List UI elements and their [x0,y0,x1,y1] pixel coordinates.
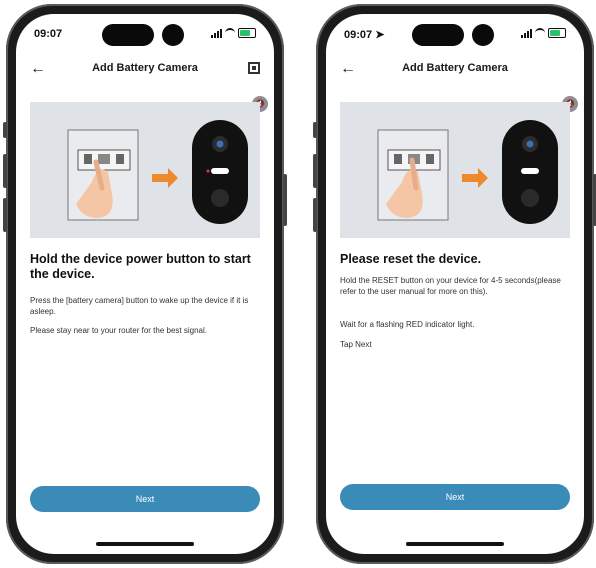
instruction-text: Hold the RESET button on your device for… [340,276,561,296]
dynamic-island [412,24,500,46]
volume-up-button [313,154,317,188]
signal-icon [521,28,532,38]
instruction-illustration [30,102,260,238]
instruction-text: Press the [battery camera] button to wak… [30,296,249,316]
arrow-icon [152,168,178,188]
phone-left: 09:07 ← Add Battery Camera 🔇 Hold the de… [3,4,287,564]
instruction-illustration [340,102,570,238]
volume-up-button [3,154,7,188]
instruction-heading: Please reset the device. [340,252,482,266]
nav-bar: ← Add Battery Camera [16,56,274,84]
status-time: 09:07 ➤ [344,29,385,41]
instruction-text: Please stay near to your router for the … [30,326,207,335]
dynamic-island [102,24,190,46]
volume-down-button [313,198,317,232]
page-title: Add Battery Camera [92,62,198,74]
next-button[interactable]: Next [340,484,570,510]
page-title: Add Battery Camera [402,62,508,74]
status-icons [211,28,256,38]
wifi-icon [225,28,235,38]
side-button [313,122,317,138]
battery-icon [238,28,256,38]
location-arrow-icon: ➤ [375,29,385,41]
status-icons [521,28,566,38]
arrow-icon [462,168,488,188]
signal-icon [211,28,222,38]
instruction-heading: Hold the device power button to start th… [30,252,251,281]
power-button [283,174,287,226]
next-button[interactable]: Next [30,486,260,512]
instruction-text: Tap Next [340,340,372,349]
nav-bar: ← Add Battery Camera [326,56,584,84]
wifi-icon [535,28,545,38]
instruction-text: Wait for a flashing RED indicator light. [340,320,475,329]
side-button [3,122,7,138]
status-time: 09:07 [34,28,63,40]
camera-illustration [377,120,558,224]
volume-down-button [3,198,7,232]
camera-illustration [67,120,248,224]
home-indicator [96,542,194,546]
phone-right: 09:07 ➤ ← Add Battery Camera 🔇 Please re… [313,4,596,564]
qr-code-icon[interactable] [248,62,260,74]
screen: 09:07 ➤ ← Add Battery Camera 🔇 Please re… [326,14,584,554]
screen: 09:07 ← Add Battery Camera 🔇 Hold the de… [16,14,274,554]
home-indicator [406,542,504,546]
battery-icon [548,28,566,38]
